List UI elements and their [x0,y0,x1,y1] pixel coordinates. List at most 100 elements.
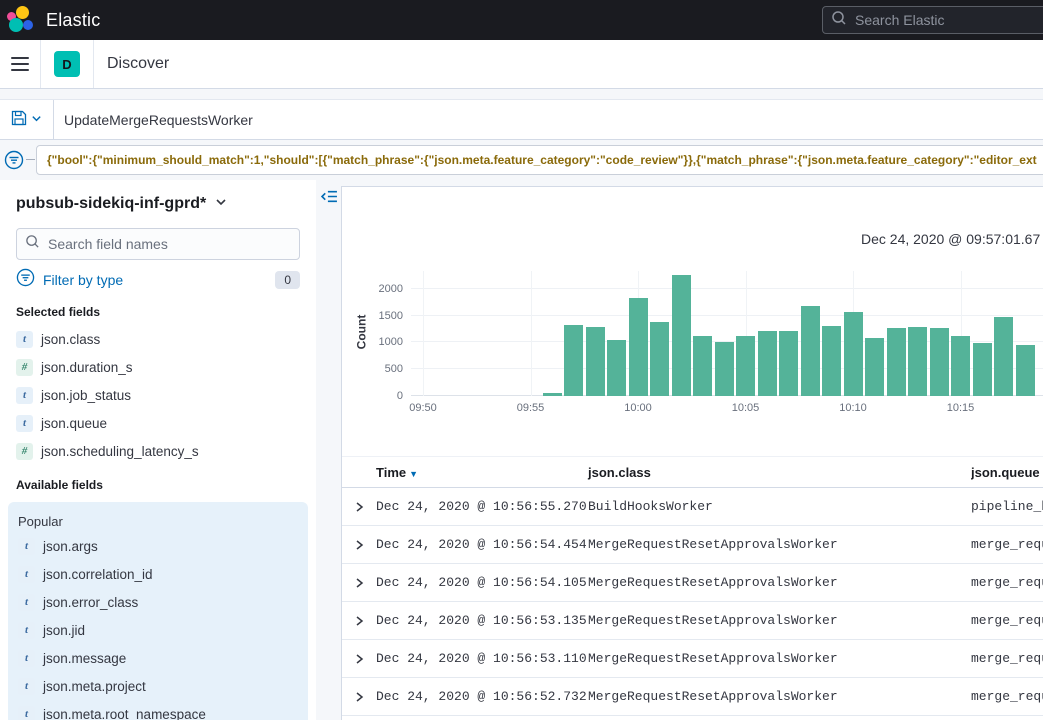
histogram-bar[interactable] [908,327,927,396]
caret-right-icon [353,691,365,703]
histogram-bar[interactable] [973,343,992,396]
string-type-icon: t [18,678,35,695]
global-search-input[interactable] [855,12,1043,28]
filter-icon[interactable] [4,150,24,170]
number-type-icon: # [16,359,33,376]
histogram-bar[interactable] [693,336,712,396]
cell-queue: pipeline_h [971,499,1043,514]
table-row: Dec 24, 2020 @ 10:56:53.110MergeRequestR… [342,640,1043,678]
expand-row-button[interactable] [342,678,376,716]
histogram-bar[interactable] [650,322,669,396]
caret-right-icon [353,615,365,627]
cell-queue: merge_requ [971,689,1043,704]
chevron-down-icon [31,112,42,127]
histogram-bar[interactable] [586,327,605,396]
number-type-icon: # [16,443,33,460]
fields-sidebar: pubsub-sidekiq-inf-gprd* Filter by type … [0,180,316,720]
expand-row-button[interactable] [342,602,376,640]
histogram-bar[interactable] [672,275,691,396]
histogram-bar[interactable] [779,331,798,396]
table-row: Dec 24, 2020 @ 10:56:55.270BuildHooksWor… [342,488,1043,526]
histogram-bar[interactable] [607,340,626,396]
histogram-bar[interactable] [887,328,906,396]
chart-plot[interactable]: 050010001500200009:5009:5510:0010:0510:1… [411,271,1043,396]
expand-row-button[interactable] [342,488,376,526]
caret-right-icon [353,501,365,513]
filter-by-type-label: Filter by type [43,272,123,288]
field-name: json.jid [43,623,85,638]
field-item[interactable]: tjson.queue [16,409,300,437]
field-item[interactable]: tjson.class [16,325,300,353]
query-input[interactable]: UpdateMergeRequestsWorker [54,112,253,128]
field-item[interactable]: #json.scheduling_latency_s [16,437,300,465]
histogram-bar[interactable] [865,338,884,396]
expand-row-button[interactable] [342,564,376,602]
histogram-bar[interactable] [543,393,562,396]
field-item[interactable]: t json.args [18,532,300,560]
expand-row-button[interactable] [342,526,376,564]
filter-by-type[interactable]: Filter by type 0 [16,268,300,292]
expand-row-button[interactable] [342,716,376,720]
histogram-bar[interactable] [994,317,1013,396]
divider [40,40,41,88]
field-item[interactable]: tjson.meta.root_namespace [18,700,300,720]
string-type-icon: t [18,622,35,639]
field-item[interactable]: t json.meta.project [18,672,300,700]
chevron-down-icon [214,195,228,214]
field-item[interactable]: tjson.error_class [18,588,300,616]
string-type-icon: t [18,538,35,555]
field-name: json.correlation_id [43,567,153,582]
histogram-bar[interactable] [564,325,583,396]
menu-icon[interactable] [0,40,40,88]
field-item[interactable]: t json.jid [18,616,300,644]
cell-class: MergeRequestResetApprovalsWorker [588,613,971,628]
app-title: Elastic [46,10,100,31]
histogram-bar[interactable] [736,336,755,396]
cell-time: Dec 24, 2020 @ 10:56:54.454 [376,537,588,552]
expand-row-button[interactable] [342,640,376,678]
field-name: json.message [43,651,126,666]
histogram-bar[interactable] [844,312,863,396]
histogram-bar[interactable] [715,342,734,396]
histogram-bar[interactable] [629,298,648,396]
field-name: json.args [43,539,98,554]
string-type-icon: t [16,415,33,432]
field-item[interactable]: #json.duration_s [16,353,300,381]
y-tick-label: 500 [361,363,403,375]
class-column-header[interactable]: json.class [588,465,971,480]
field-name: json.meta.project [43,679,146,694]
queue-column-header[interactable]: json.queue [971,465,1043,480]
histogram-bar[interactable] [1016,345,1035,397]
field-search-input[interactable] [48,236,278,252]
histogram-bar[interactable] [801,306,820,396]
table-row: Dec 24, 2020 @ 10:56:54.454MergeRequestR… [342,526,1043,564]
cell-class: MergeRequestResetApprovalsWorker [588,651,971,666]
time-column-header[interactable]: Time▼ [376,465,588,480]
breadcrumb[interactable]: Discover [107,55,169,73]
field-item[interactable]: tjson.correlation_id [18,560,300,588]
gridline [423,271,424,396]
histogram-bar[interactable] [951,336,970,396]
x-tick-label: 09:50 [393,402,453,414]
popular-fields-list: tjson.argstjson.correlation_idtjson.erro… [18,532,300,720]
field-name: json.class [41,332,100,347]
histogram-bar[interactable] [758,331,777,396]
elastic-logo-icon [6,6,34,34]
gridline [531,271,532,396]
histogram-bar[interactable] [930,328,949,396]
index-pattern-selector[interactable]: pubsub-sidekiq-inf-gprd* [16,190,300,218]
save-query-button[interactable] [0,100,54,139]
field-item[interactable]: tjson.message [18,644,300,672]
histogram-bar[interactable] [822,326,841,396]
global-search[interactable] [822,6,1043,34]
field-name: json.meta.root_namespace [43,707,206,720]
filter-pill[interactable]: {"bool":{"minimum_should_match":1,"shoul… [36,145,1043,175]
field-name: json.job_status [41,388,131,403]
discover-app-badge[interactable]: D [54,51,80,77]
save-icon [11,110,27,129]
collapse-sidebar-icon[interactable] [320,188,338,206]
field-search[interactable] [16,228,300,260]
field-name: json.error_class [43,595,138,610]
field-item[interactable]: tjson.job_status [16,381,300,409]
documents-table: Time▼ json.class json.queue Dec 24, 2020… [342,456,1043,720]
